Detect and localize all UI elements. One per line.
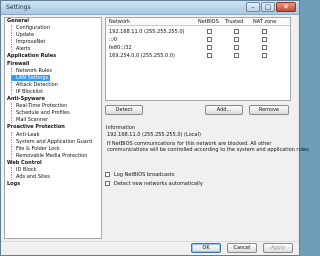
tree-item[interactable]: Ads and Sites — [5, 174, 101, 181]
information-heading: Information — [106, 125, 135, 131]
information-network: 192.168.11.0 (255.255.255.0) (Local) — [107, 132, 201, 138]
trusted-checkbox[interactable] — [234, 45, 239, 50]
network-table-header: Network NetBIOS Trusted NAT zone — [106, 18, 290, 26]
network-address: ::/0 — [109, 37, 118, 43]
table-row[interactable]: ::/0 — [106, 36, 290, 44]
nat-zone-checkbox[interactable] — [262, 45, 267, 50]
tree-item-label: General — [7, 18, 29, 24]
log-netbios-checkbox[interactable] — [105, 172, 110, 177]
nat-zone-checkbox[interactable] — [262, 37, 267, 42]
tree-item-label: ID Block — [11, 166, 37, 173]
title-bar[interactable]: Settings – □ ✕ — [1, 1, 299, 15]
information-panel: 192.168.11.0 (255.255.255.0) (Local) If … — [105, 132, 310, 166]
nat-zone-checkbox[interactable] — [262, 53, 267, 58]
tree-item[interactable]: File & Folder Lock — [5, 145, 101, 153]
tree-item[interactable]: ID Block — [5, 166, 101, 174]
footer-divider — [1, 241, 299, 242]
tree-item-label: Web Control — [7, 159, 42, 166]
remove-button[interactable]: Remove — [249, 105, 289, 115]
tree-item-label: Real-Time Protection — [11, 103, 68, 110]
tree-item[interactable]: Alerts — [5, 46, 101, 53]
trusted-checkbox[interactable] — [234, 29, 239, 34]
tree-category[interactable]: Application Rules — [5, 53, 101, 60]
tree-item[interactable]: Attack Detection — [5, 81, 101, 89]
column-network[interactable]: Network — [109, 19, 130, 25]
tree-category[interactable]: Logs — [5, 181, 101, 188]
tree-item[interactable]: LAN Settings — [5, 74, 101, 82]
network-table: Network NetBIOS Trusted NAT zone 192.168… — [105, 17, 291, 101]
tree-item[interactable]: Real-Time Protection — [5, 103, 101, 110]
tree-category[interactable]: Proactive Protection — [5, 124, 101, 131]
tree-item-label: Network Rules — [11, 67, 52, 74]
apply-button[interactable]: Apply — [263, 243, 293, 253]
tree-item-label: File & Folder Lock — [11, 145, 60, 152]
settings-tree: General Configuration Update ImproveNet Aler… — [4, 17, 102, 239]
tree-item[interactable]: Anti-Leak — [5, 131, 101, 139]
netbios-checkbox[interactable] — [207, 53, 212, 58]
netbios-checkbox[interactable] — [207, 45, 212, 50]
tree-item-label: Anti-Spyware — [7, 96, 45, 103]
tree-item-label: Anti-Leak — [11, 131, 40, 138]
tree-item-label: Proactive Protection — [7, 124, 65, 131]
tree-item[interactable]: Configuration — [5, 25, 101, 32]
tree-item-label: Configuration — [11, 25, 50, 32]
maximize-icon[interactable]: □ — [261, 2, 275, 12]
trusted-checkbox[interactable] — [234, 37, 239, 42]
tree-item[interactable]: Update — [5, 32, 101, 39]
tree-item-label: ImproveNet — [11, 39, 46, 46]
tree-category[interactable]: Firewall — [5, 61, 101, 68]
tree-item[interactable]: ImproveNet — [5, 39, 101, 46]
tree-item[interactable]: Removable Media Protection — [5, 152, 101, 160]
tree-item[interactable]: Schedule and Profiles — [5, 110, 101, 117]
tree-item-label: Alerts — [11, 46, 31, 53]
tree-item-label: Schedule and Profiles — [11, 110, 70, 117]
tree-item[interactable]: IP Blocklist — [5, 88, 101, 96]
table-row[interactable]: fe80::/32 — [106, 44, 290, 52]
tree-item-label: Mail Scanner — [11, 117, 49, 124]
tree-item[interactable]: Mail Scanner — [5, 117, 101, 124]
tree-item-label: Ads and Sites — [11, 174, 50, 181]
window-controls: – □ ✕ — [246, 2, 296, 12]
tree-category[interactable]: Web Control — [5, 160, 101, 167]
table-row[interactable]: 192.168.11.0 (255.255.255.0) — [106, 28, 290, 36]
log-netbios-label: Log NetBIOS broadcasts — [114, 172, 175, 178]
minimize-icon[interactable]: – — [246, 2, 260, 12]
detect-button[interactable]: Detect — [105, 105, 143, 115]
netbios-checkbox[interactable] — [207, 29, 212, 34]
window-title: Settings — [6, 4, 31, 11]
cancel-button[interactable]: Cancel — [227, 243, 257, 253]
add-button[interactable]: Add... — [205, 105, 243, 115]
tree-item-label: Firewall — [7, 60, 30, 67]
column-netbios[interactable]: NetBIOS — [198, 19, 219, 25]
network-address: 192.168.11.0 (255.255.255.0) — [109, 29, 185, 35]
tree-category[interactable]: General — [5, 18, 101, 25]
network-address: fe80::/32 — [109, 45, 132, 51]
column-nat-zone[interactable]: NAT zone — [253, 19, 276, 25]
trusted-checkbox[interactable] — [234, 53, 239, 58]
information-text-line2: communications will be controlled accord… — [107, 147, 311, 153]
nat-zone-checkbox[interactable] — [262, 29, 267, 34]
tree-item-label: Update — [11, 32, 35, 39]
tree-item-label: Attack Detection — [11, 81, 58, 88]
tree-item-label: IP Blocklist — [11, 88, 43, 95]
column-trusted[interactable]: Trusted — [225, 19, 243, 25]
tree-item-label: LAN Settings — [11, 74, 51, 81]
tree-item[interactable]: Network Rules — [5, 67, 101, 75]
tree-item-label: System and Application Guard — [11, 138, 93, 145]
netbios-checkbox[interactable] — [207, 37, 212, 42]
settings-window: Settings – □ ✕ General Configuration Updat… — [0, 0, 310, 256]
network-address: 169.254.0.0 (255.255.0.0) — [109, 53, 175, 59]
ok-button[interactable]: OK — [191, 243, 221, 253]
table-row[interactable]: 169.254.0.0 (255.255.0.0) — [106, 52, 290, 60]
detect-new-networks-checkbox[interactable] — [105, 181, 110, 186]
close-icon[interactable]: ✕ — [276, 2, 296, 12]
tree-category[interactable]: Anti-Spyware — [5, 96, 101, 103]
tree-item-label: Application Rules — [7, 53, 57, 60]
detect-new-networks-label: Detect new networks automatically — [114, 181, 203, 187]
tree-item-label: Removable Media Protection — [11, 152, 88, 159]
tree-item[interactable]: System and Application Guard — [5, 138, 101, 146]
tree-item-label: Logs — [7, 181, 21, 188]
